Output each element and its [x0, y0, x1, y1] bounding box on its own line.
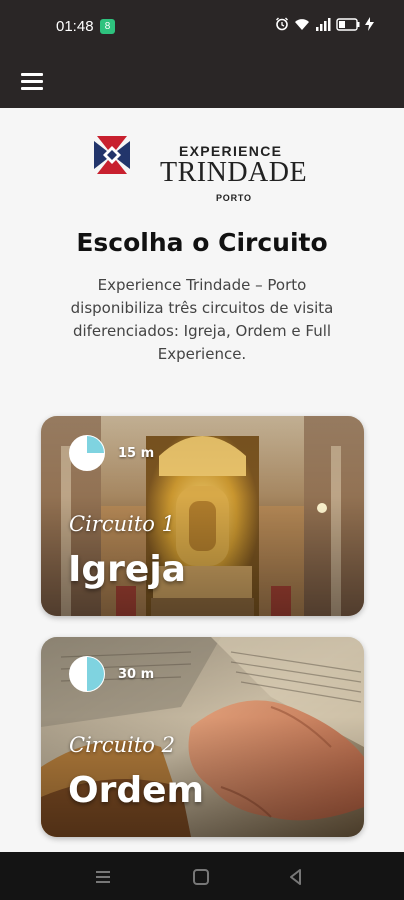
main-content[interactable]: EXPERIENCE TRINDADE PORTO Escolha o Circ…	[0, 108, 404, 852]
status-time: 01:48	[56, 18, 94, 35]
page-description: Experience Trindade – Porto disponibiliz…	[70, 276, 334, 363]
clock-icon	[69, 435, 105, 471]
recent-apps-icon[interactable]	[92, 866, 114, 888]
signal-icon	[316, 17, 331, 31]
circuit-subtitle: Circuito 2	[69, 733, 175, 757]
circuit-duration: 30 m	[118, 667, 155, 682]
clock-duration-wedge	[87, 657, 104, 691]
app-bar	[0, 56, 404, 108]
circuit-subtitle: Circuito 1	[69, 512, 175, 536]
system-nav-bar	[0, 852, 404, 900]
logo-trindade-text: TRINDADE	[160, 157, 308, 188]
experience-trindade-logo: EXPERIENCE TRINDADE PORTO	[90, 126, 320, 203]
clock-icon	[69, 656, 105, 692]
circuit-title: Ordem	[68, 770, 205, 811]
circuit-title: Igreja	[68, 549, 186, 590]
status-icons	[275, 17, 374, 31]
home-icon[interactable]	[190, 866, 212, 888]
charging-icon	[365, 17, 374, 31]
circuit-card-ordem[interactable]: 30 m Circuito 2 Ordem	[41, 637, 364, 837]
status-bar: 01:48 8	[0, 0, 404, 56]
circuit-card-igreja[interactable]: 15 m Circuito 1 Igreja	[41, 416, 364, 616]
circuit-duration: 15 m	[118, 446, 155, 461]
wifi-icon	[295, 18, 309, 30]
logo-porto-text: PORTO	[216, 193, 252, 203]
back-icon[interactable]	[285, 866, 307, 888]
page-title: Escolha o Circuito	[76, 228, 328, 257]
alarm-icon	[276, 17, 288, 31]
battery-icon	[336, 17, 360, 31]
notification-badge: 8	[100, 19, 115, 34]
trindade-cross-logo-icon	[94, 136, 130, 174]
clock-duration-wedge	[87, 436, 104, 453]
hamburger-menu-icon[interactable]	[20, 69, 46, 95]
